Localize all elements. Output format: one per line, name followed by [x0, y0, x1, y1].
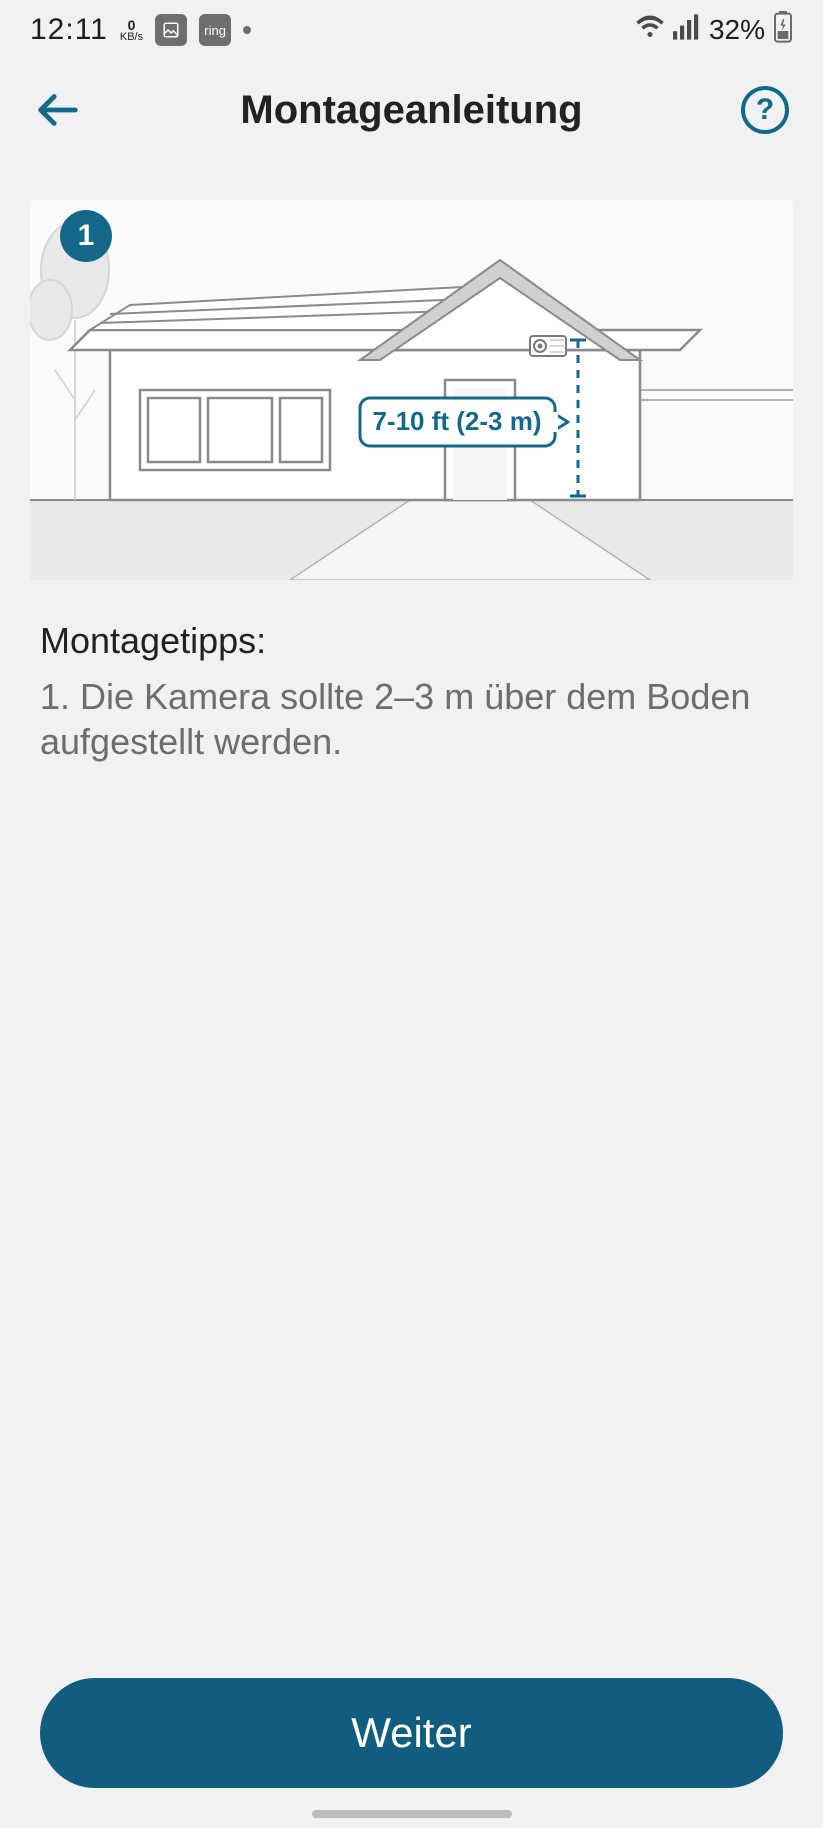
status-time: 12:11	[30, 13, 108, 47]
tips-heading: Montagetipps:	[40, 620, 783, 662]
gallery-icon	[155, 14, 187, 46]
page-title: Montageanleitung	[86, 88, 737, 133]
help-icon: ?	[741, 86, 789, 134]
wifi-icon	[635, 14, 665, 47]
step-number-badge: 1	[60, 210, 112, 262]
status-left: 12:11 0 KB/s ring	[30, 13, 251, 47]
instruction-illustration: 1	[30, 200, 793, 580]
house-diagram-icon: 7-10 ft (2-3 m)	[30, 200, 793, 580]
arrow-left-icon	[35, 87, 81, 133]
app-header: Montageanleitung ?	[0, 60, 823, 160]
content-area: Montagetipps: 1. Die Kamera sollte 2–3 m…	[0, 580, 823, 764]
tip-item-1: 1. Die Kamera sollte 2–3 m über dem Bode…	[40, 674, 783, 764]
battery-text: 32%	[709, 14, 765, 46]
ring-app-icon: ring	[199, 14, 231, 46]
back-button[interactable]	[30, 82, 86, 138]
help-button[interactable]: ?	[737, 82, 793, 138]
signal-icon	[673, 14, 701, 47]
battery-icon	[773, 11, 793, 50]
height-label: 7-10 ft (2-3 m)	[360, 398, 568, 446]
continue-button[interactable]: Weiter	[40, 1678, 783, 1788]
svg-text:7-10 ft (2-3 m): 7-10 ft (2-3 m)	[372, 406, 541, 436]
status-bar: 12:11 0 KB/s ring 32%	[0, 0, 823, 60]
status-right: 32%	[635, 11, 793, 50]
network-speed: 0 KB/s	[120, 18, 143, 43]
gesture-bar[interactable]	[312, 1810, 512, 1818]
camera-icon	[530, 336, 566, 356]
footer: Weiter	[0, 1678, 823, 1788]
notification-dot-icon	[243, 26, 251, 34]
